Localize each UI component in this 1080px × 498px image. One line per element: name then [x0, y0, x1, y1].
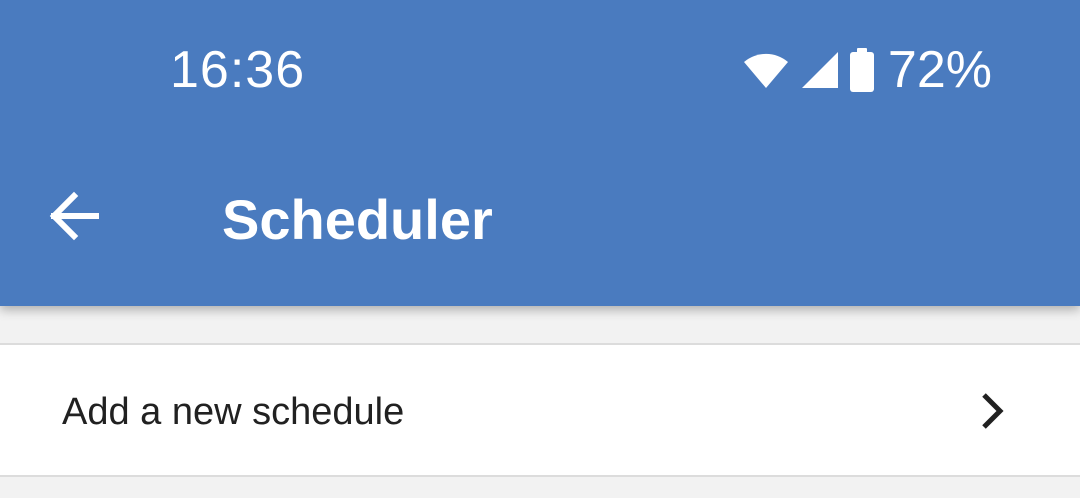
wifi-icon	[742, 50, 790, 90]
app-header: 16:36 72% Scheduler	[0, 0, 1080, 306]
back-button[interactable]	[34, 178, 114, 258]
scheduler-screen: 16:36 72% Scheduler Add a new schedule	[0, 0, 1080, 498]
page-title: Scheduler	[222, 188, 493, 251]
battery-icon	[849, 48, 874, 92]
status-icons: 72%	[742, 38, 992, 102]
add-schedule-item[interactable]: Add a new schedule	[0, 343, 1080, 477]
battery-percent: 72%	[887, 41, 992, 99]
signal-icon	[800, 50, 840, 90]
arrow-left-icon	[48, 190, 100, 247]
chevron-right-icon	[972, 391, 1012, 431]
list-item-label: Add a new schedule	[62, 391, 405, 433]
status-time: 16:36	[170, 41, 306, 99]
